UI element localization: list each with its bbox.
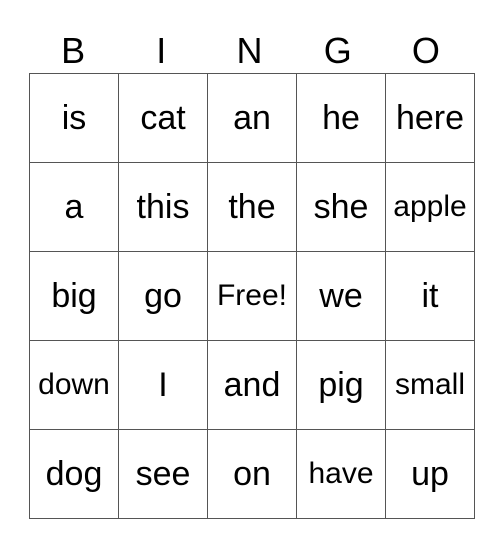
bingo-cell: on bbox=[207, 429, 297, 519]
bingo-cell: cat bbox=[118, 73, 208, 163]
bingo-cell: see bbox=[118, 429, 208, 519]
bingo-row: dog see on have up bbox=[29, 429, 475, 519]
bingo-cell: dog bbox=[29, 429, 119, 519]
header-letter-n: N bbox=[236, 30, 263, 71]
bingo-card: is cat an he here a this the she apple b… bbox=[29, 73, 475, 519]
bingo-cell: she bbox=[296, 162, 386, 252]
bingo-cell: he bbox=[296, 73, 386, 163]
free-space-cell: Free! bbox=[207, 251, 297, 341]
bingo-cell: down bbox=[29, 340, 119, 430]
header-letter-g: G bbox=[323, 30, 352, 71]
bingo-row: a this the she apple bbox=[29, 162, 475, 252]
bingo-cell: have bbox=[296, 429, 386, 519]
bingo-cell: apple bbox=[385, 162, 475, 252]
bingo-cell: the bbox=[207, 162, 297, 252]
bingo-cell: here bbox=[385, 73, 475, 163]
bingo-cell: this bbox=[118, 162, 208, 252]
bingo-cell: a bbox=[29, 162, 119, 252]
header-letter-i: I bbox=[156, 30, 167, 71]
bingo-cell: and bbox=[207, 340, 297, 430]
bingo-row: is cat an he here bbox=[29, 73, 475, 163]
bingo-cell: an bbox=[207, 73, 297, 163]
bingo-cell: small bbox=[385, 340, 475, 430]
bingo-cell: up bbox=[385, 429, 475, 519]
bingo-row: big go Free! we it bbox=[29, 251, 475, 341]
header-letter-b: B bbox=[61, 30, 86, 71]
bingo-cell: we bbox=[296, 251, 386, 341]
bingo-cell: it bbox=[385, 251, 475, 341]
bingo-row: down I and pig small bbox=[29, 340, 475, 430]
header-letter-o: O bbox=[411, 30, 440, 71]
bingo-cell: pig bbox=[296, 340, 386, 430]
bingo-cell: is bbox=[29, 73, 119, 163]
bingo-header: B I N G O bbox=[29, 28, 470, 73]
bingo-cell: go bbox=[118, 251, 208, 341]
bingo-cell: big bbox=[29, 251, 119, 341]
bingo-cell: I bbox=[118, 340, 208, 430]
